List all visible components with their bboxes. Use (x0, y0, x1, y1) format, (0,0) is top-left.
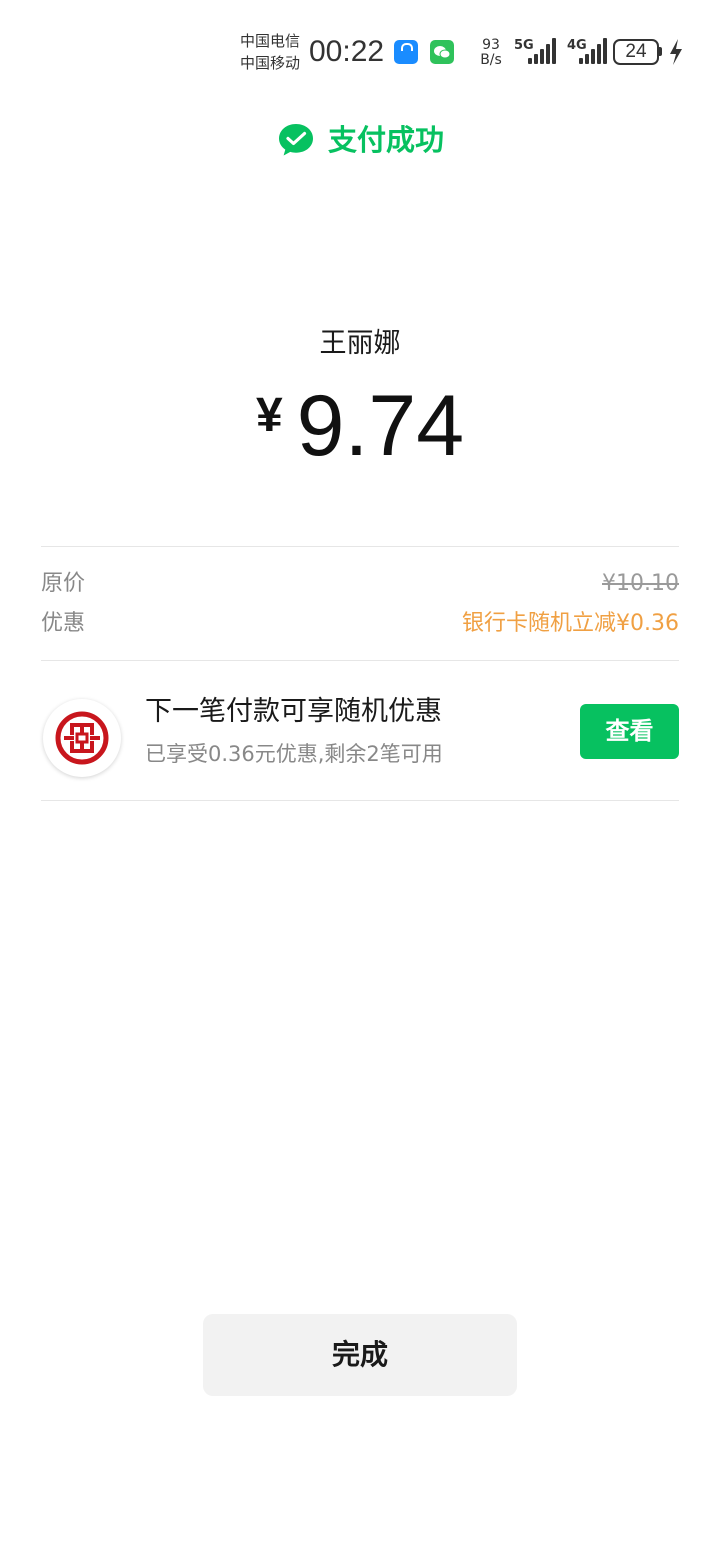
original-price-label: 原价 (41, 571, 86, 596)
currency-symbol: ¥ (255, 389, 283, 442)
wechat-pay-check-icon (279, 124, 313, 156)
carrier-2: 中国移动 (240, 54, 301, 72)
icbc-logo-icon (43, 699, 121, 777)
network-speed-value: 93 (482, 37, 500, 53)
promo-title: 下一笔付款可享随机优惠 (145, 696, 442, 727)
payee-name: 王丽娜 (319, 328, 401, 359)
carrier-1: 中国电信 (240, 32, 301, 50)
discount-row: 优惠 银行卡随机立减¥0.36 (41, 608, 679, 640)
divider-top (41, 546, 679, 547)
network-type-5g: 5G (514, 38, 534, 53)
network-speed-unit: B/s (480, 52, 502, 68)
view-promo-button[interactable]: 查看 (580, 704, 679, 759)
network-type-4g: 4G (567, 38, 587, 53)
wechat-notification-icon (430, 40, 454, 64)
payment-header: 支付成功 (0, 118, 720, 162)
divider-bottom (41, 800, 679, 801)
status-bar: 中国电信 中国移动 00:22 93 B/s 5G 4G 24 (0, 26, 720, 78)
bank-promo-card: 下一笔付款可享随机优惠 已享受0.36元优惠,剩余2笔可用 查看 (41, 661, 679, 800)
battery-nub (659, 47, 662, 56)
payment-amount: ¥9.74 (0, 380, 720, 472)
network-speed: 93 B/s (476, 38, 506, 68)
status-clock: 00:22 (309, 35, 385, 68)
discount-value: 银行卡随机立减¥0.36 (462, 611, 679, 636)
payment-success-title: 支付成功 (328, 123, 445, 157)
promo-subtitle: 已享受0.36元优惠,剩余2笔可用 (145, 742, 443, 766)
app-store-notification-icon (394, 40, 418, 64)
original-price-row: 原价 ¥10.10 (41, 568, 679, 600)
original-price-value: ¥10.10 (602, 571, 679, 596)
carrier-info: 中国电信 中国移动 (240, 30, 300, 74)
battery-indicator: 24 (613, 39, 659, 65)
amount-value: 9.74 (296, 378, 465, 474)
charging-bolt-icon (670, 39, 682, 65)
discount-label: 优惠 (41, 611, 86, 636)
done-button[interactable]: 完成 (203, 1314, 517, 1396)
